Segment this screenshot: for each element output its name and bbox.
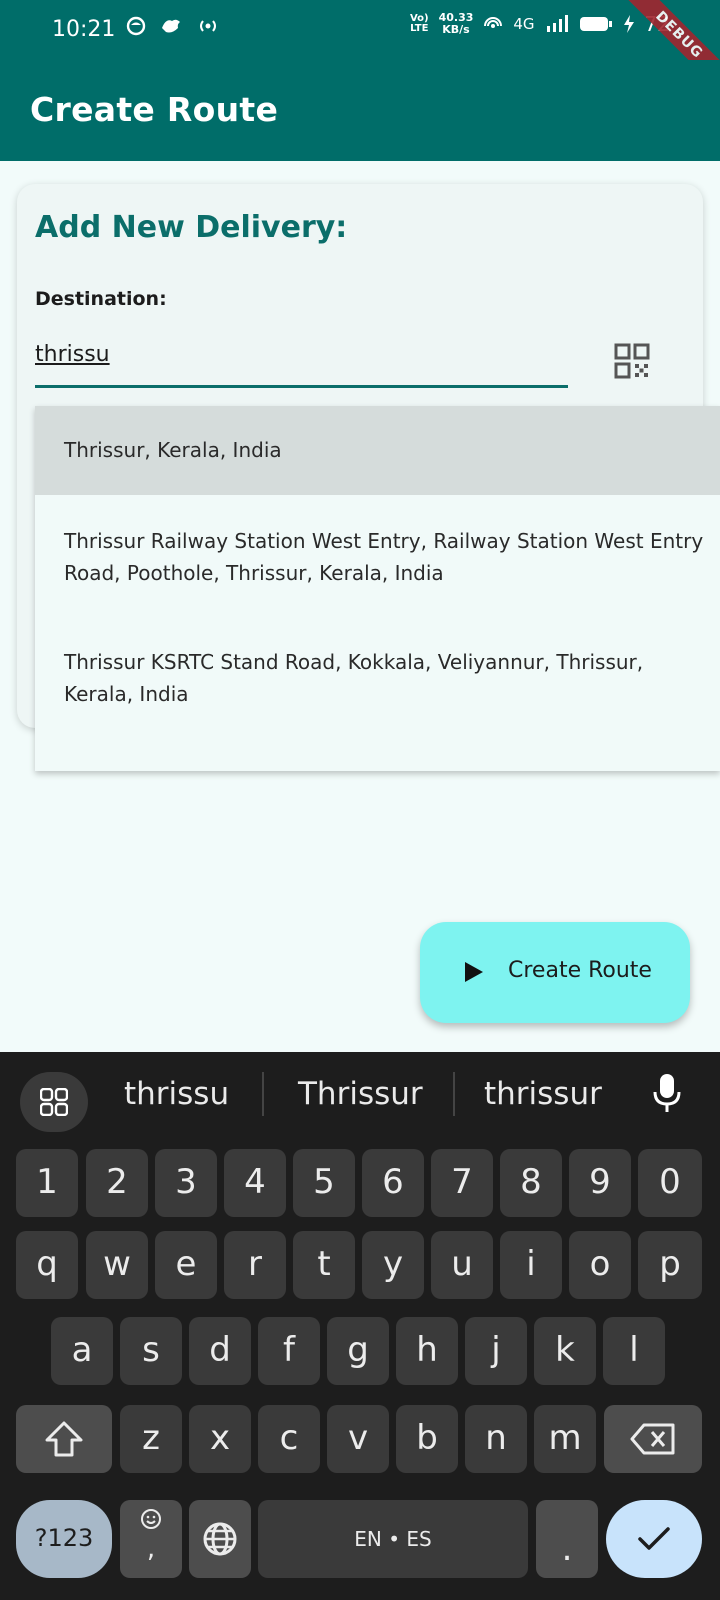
speed-unit: KB/s	[442, 23, 470, 36]
key-u[interactable]: u	[431, 1231, 493, 1299]
language-key[interactable]	[189, 1500, 251, 1578]
symbols-key[interactable]: ?123	[16, 1500, 112, 1578]
signal-icon	[546, 15, 568, 32]
status-system-icons: Vo) LTE 40.33 KB/s 4G 72	[410, 12, 670, 37]
key-a[interactable]: a	[51, 1317, 113, 1385]
keyboard-suggestion[interactable]: thrissur	[484, 1076, 602, 1112]
hotspot-icon	[200, 20, 216, 32]
key-8[interactable]: 8	[500, 1149, 562, 1217]
suggestion-item[interactable]: Thrissur Railway Station West Entry, Rai…	[35, 525, 720, 589]
page-title: Create Route	[30, 90, 279, 129]
app-notification-icon	[126, 16, 146, 36]
status-time: 10:21	[52, 17, 116, 42]
backspace-key[interactable]	[604, 1405, 702, 1473]
globe-icon	[203, 1522, 237, 1556]
key-h[interactable]: h	[396, 1317, 458, 1385]
key-n[interactable]: n	[465, 1405, 527, 1473]
key-v[interactable]: v	[327, 1405, 389, 1473]
key-y[interactable]: y	[362, 1231, 424, 1299]
key-9[interactable]: 9	[569, 1149, 631, 1217]
comma-label: ,	[146, 1534, 156, 1564]
network-speed: 40.33 KB/s	[439, 12, 474, 36]
soft-keyboard: thrissu Thrissur thrissur 1 2 3 4 5 6 7 …	[0, 1052, 720, 1600]
key-4[interactable]: 4	[224, 1149, 286, 1217]
key-z[interactable]: z	[120, 1405, 182, 1473]
keyboard-suggestion[interactable]: thrissu	[124, 1076, 229, 1112]
shift-icon	[45, 1421, 83, 1457]
play-icon	[465, 962, 483, 982]
wifi-calling-icon	[484, 17, 503, 28]
key-g[interactable]: g	[327, 1317, 389, 1385]
charging-icon	[623, 15, 634, 33]
status-bar: 10:21 Vo) LTE 40.33 KB/s 4G 72 DEBUG	[0, 0, 720, 96]
key-f[interactable]: f	[258, 1317, 320, 1385]
autocomplete-suggestions: Thrissur, Kerala, India Thrissur Railway…	[35, 406, 720, 771]
key-s[interactable]: s	[120, 1317, 182, 1385]
destination-input[interactable]	[35, 324, 568, 388]
create-route-button[interactable]: Create Route	[420, 922, 690, 1023]
key-l[interactable]: l	[603, 1317, 665, 1385]
key-6[interactable]: 6	[362, 1149, 424, 1217]
bird-icon	[162, 19, 180, 33]
volte-indicator: Vo) LTE	[410, 14, 429, 34]
key-m[interactable]: m	[534, 1405, 596, 1473]
key-2[interactable]: 2	[86, 1149, 148, 1217]
key-k[interactable]: k	[534, 1317, 596, 1385]
backspace-icon	[630, 1423, 675, 1455]
checkmark-icon	[638, 1527, 670, 1550]
app-bar: Create Route	[0, 60, 720, 161]
enter-key[interactable]	[606, 1500, 702, 1578]
card-title: Add New Delivery:	[35, 210, 348, 245]
emoji-comma-key[interactable]: ,	[120, 1500, 182, 1578]
battery-icon	[579, 17, 612, 31]
key-o[interactable]: o	[569, 1231, 631, 1299]
qr-scan-icon[interactable]	[613, 342, 651, 380]
key-i[interactable]: i	[500, 1231, 562, 1299]
microphone-icon[interactable]	[652, 1072, 682, 1114]
key-t[interactable]: t	[293, 1231, 355, 1299]
key-3[interactable]: 3	[155, 1149, 217, 1217]
suggestion-item[interactable]: Thrissur, Kerala, India	[35, 406, 720, 495]
key-1[interactable]: 1	[16, 1149, 78, 1217]
key-d[interactable]: d	[189, 1317, 251, 1385]
key-b[interactable]: b	[396, 1405, 458, 1473]
key-w[interactable]: w	[86, 1231, 148, 1299]
key-7[interactable]: 7	[431, 1149, 493, 1217]
create-route-label: Create Route	[508, 958, 652, 983]
destination-label: Destination:	[35, 288, 167, 310]
key-c[interactable]: c	[258, 1405, 320, 1473]
key-5[interactable]: 5	[293, 1149, 355, 1217]
key-0[interactable]: 0	[638, 1149, 702, 1217]
keyboard-suggestion[interactable]: Thrissur	[298, 1076, 423, 1112]
suggestion-divider	[453, 1072, 455, 1116]
suggestion-item[interactable]: Thrissur KSRTC Stand Road, Kokkala, Veli…	[35, 646, 720, 710]
shift-key[interactable]	[16, 1405, 112, 1473]
key-r[interactable]: r	[224, 1231, 286, 1299]
key-e[interactable]: e	[155, 1231, 217, 1299]
key-x[interactable]: x	[189, 1405, 251, 1473]
key-p[interactable]: p	[638, 1231, 702, 1299]
status-notification-icons	[126, 16, 220, 36]
keyboard-menu-button[interactable]	[20, 1072, 88, 1132]
grid-icon	[40, 1088, 68, 1116]
key-j[interactable]: j	[465, 1317, 527, 1385]
period-key[interactable]: .	[536, 1500, 598, 1578]
space-bar[interactable]: EN • ES	[258, 1500, 528, 1578]
key-q[interactable]: q	[16, 1231, 78, 1299]
volte-bottom: LTE	[410, 23, 429, 34]
network-type: 4G	[513, 15, 535, 33]
suggestion-divider	[262, 1072, 264, 1116]
